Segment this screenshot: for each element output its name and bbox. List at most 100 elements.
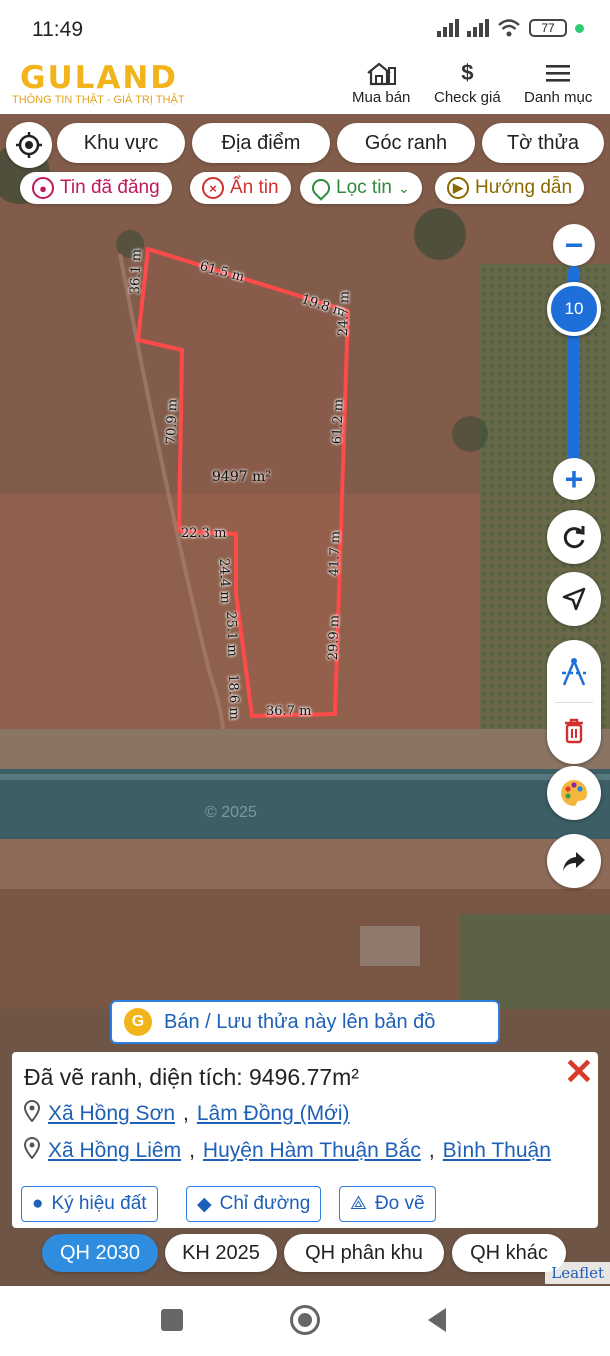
chip-area[interactable]: Khu vực [57,123,185,163]
layer-qh2030[interactable]: QH 2030 [42,1234,158,1272]
nav-label: Check giá [434,89,501,106]
palette-icon: ● [32,1193,44,1214]
measure-draw-button[interactable] [547,648,601,698]
sell-save-label: Bán / Lưu thửa này lên bản đồ [164,1010,436,1033]
home-icon[interactable] [290,1305,320,1335]
edge-length-label: 24.4 m [216,558,233,604]
map-watermark: © 2025 [205,804,257,821]
pill-guide[interactable]: ▶ Hướng dẫn [435,172,585,204]
zoom-out-button[interactable]: − [553,224,595,266]
address-old: Xã Hồng Liêm, Huyện Hàm Thuận Bắc, Bình … [23,1136,551,1165]
edge-length-label: 18.6 m [225,674,242,720]
signal-icon [437,19,459,37]
android-nav-bar [0,1286,610,1356]
recents-icon[interactable] [161,1309,183,1331]
pin-icon [308,175,334,201]
refresh-icon [563,526,585,549]
wifi-icon [498,19,520,37]
edge-length-label: 41.7 m [327,530,344,577]
link-province[interactable]: Bình Thuận [443,1139,551,1163]
pill-label: Ẩn tin [230,177,279,198]
app-header: GULAND THÔNG TIN THẬT - GIÁ TRỊ THẬT Mua… [0,56,610,114]
link-province[interactable]: Lâm Đồng (Mới) [197,1102,350,1126]
sell-save-banner[interactable]: G Bán / Lưu thửa này lên bản đồ [110,1000,500,1044]
zoom-in-button[interactable]: + [553,458,595,500]
navigation-arrow-icon [562,587,586,611]
measure-button[interactable]: ⟁ Đo vẽ [339,1186,436,1222]
guland-pin-icon: G [124,1008,152,1036]
color-style-button[interactable] [547,766,601,820]
back-icon[interactable] [428,1308,446,1332]
edge-length-label: 29.9 m [326,614,343,661]
delete-button[interactable] [547,706,601,756]
nav-label: Mua bán [352,89,411,106]
pill-label: Hướng dẫn [475,177,573,198]
edge-length-label: 24.7 m [336,290,353,337]
logo-slogan: THÔNG TIN THẬT - GIÁ TRỊ THẬT [12,94,185,106]
link-commune[interactable]: Xã Hồng Liêm [48,1139,181,1163]
battery-icon: 77 [529,19,567,37]
plot-info-title: Đã vẽ ranh, diện tích: 9496.77m² [24,1064,359,1090]
palette-icon: ● [32,177,54,199]
nav-label: Danh mục [524,89,593,106]
card-button-label: Chỉ đường [219,1193,311,1214]
link-commune[interactable]: Xã Hồng Sơn [48,1102,175,1126]
edge-length-label: 25.1 m [223,611,240,657]
card-button-label: Đo vẽ [374,1193,425,1214]
status-icons: 77 [437,18,584,38]
draw-tools-group [547,640,601,764]
edge-length-label: 36.1 m [128,248,145,295]
share-button[interactable] [547,834,601,888]
edge-length-label: 36.7 m [266,704,312,719]
chip-location[interactable]: Địa điểm [192,123,330,163]
edge-length-label: 61.2 m [330,398,347,445]
layer-zoning[interactable]: QH phân khu [284,1234,444,1272]
refresh-button[interactable] [547,510,601,564]
chip-parcel[interactable]: Tờ thửa [482,123,604,163]
signal-icon [467,19,489,37]
pill-filter[interactable]: Lọc tin ⌄ [300,172,422,204]
logo[interactable]: GULAND [20,60,178,96]
pill-hide[interactable]: × Ẩn tin [190,172,291,204]
card-button-label: Ký hiệu đất [51,1193,147,1214]
dollar-icon: $ [461,60,474,85]
privacy-dot-icon [575,23,584,33]
chevron-down-icon: ⌄ [397,179,410,196]
nav-check-price[interactable]: $ Check giá [434,60,501,106]
play-icon: ▶ [447,177,469,199]
trash-icon [565,718,583,744]
pill-label: Tin đã đăng [60,177,160,198]
location-pin-icon [23,1136,41,1165]
comma: , [189,1139,195,1162]
close-icon[interactable]: ✕ [564,1054,594,1090]
layer-kh2025[interactable]: KH 2025 [165,1234,277,1272]
nav-buy-sell[interactable]: Mua bán [352,60,410,106]
map-view[interactable]: 61.5 m 19.8 m 36.1 m 24.7 m 70.9 m 61.2 m 22.3… [0,114,610,1286]
menu-icon [545,60,571,86]
zoom-slider-knob[interactable]: 10 [547,282,601,336]
leaflet-attribution[interactable]: Leaflet [545,1262,610,1284]
edge-length-label: 22.3 m [181,526,227,541]
plot-info-card: Đã vẽ ranh, diện tích: 9496.77m² ✕ Xã Hồ… [12,1052,598,1228]
link-district[interactable]: Huyện Hàm Thuận Bắc [203,1139,421,1163]
comma: , [183,1102,189,1125]
directions-icon: ◆ [197,1193,212,1215]
pill-posted[interactable]: ● Tin đã đăng [20,172,172,204]
pill-label: Lọc tin [336,177,392,198]
locate-button[interactable] [6,122,52,168]
status-time: 11:49 [32,18,83,41]
share-arrow-icon [563,852,585,871]
close-circle-icon: × [202,177,224,199]
chip-corner[interactable]: Góc ranh [337,123,475,163]
comma: , [428,1139,435,1162]
plot-area-label: 9497 m² [212,469,271,485]
directions-button[interactable]: ◆ Chỉ đường [186,1186,322,1222]
nav-menu[interactable]: Danh mục [524,60,592,106]
house-icon [365,60,397,86]
navigate-button[interactable] [547,572,601,626]
status-bar: 11:49 77 [0,0,610,56]
compass-draw-icon [562,658,586,686]
land-symbol-button[interactable]: ● Ký hiệu đất [21,1186,158,1222]
crosshair-icon [16,132,42,158]
location-pin-icon [23,1099,41,1128]
